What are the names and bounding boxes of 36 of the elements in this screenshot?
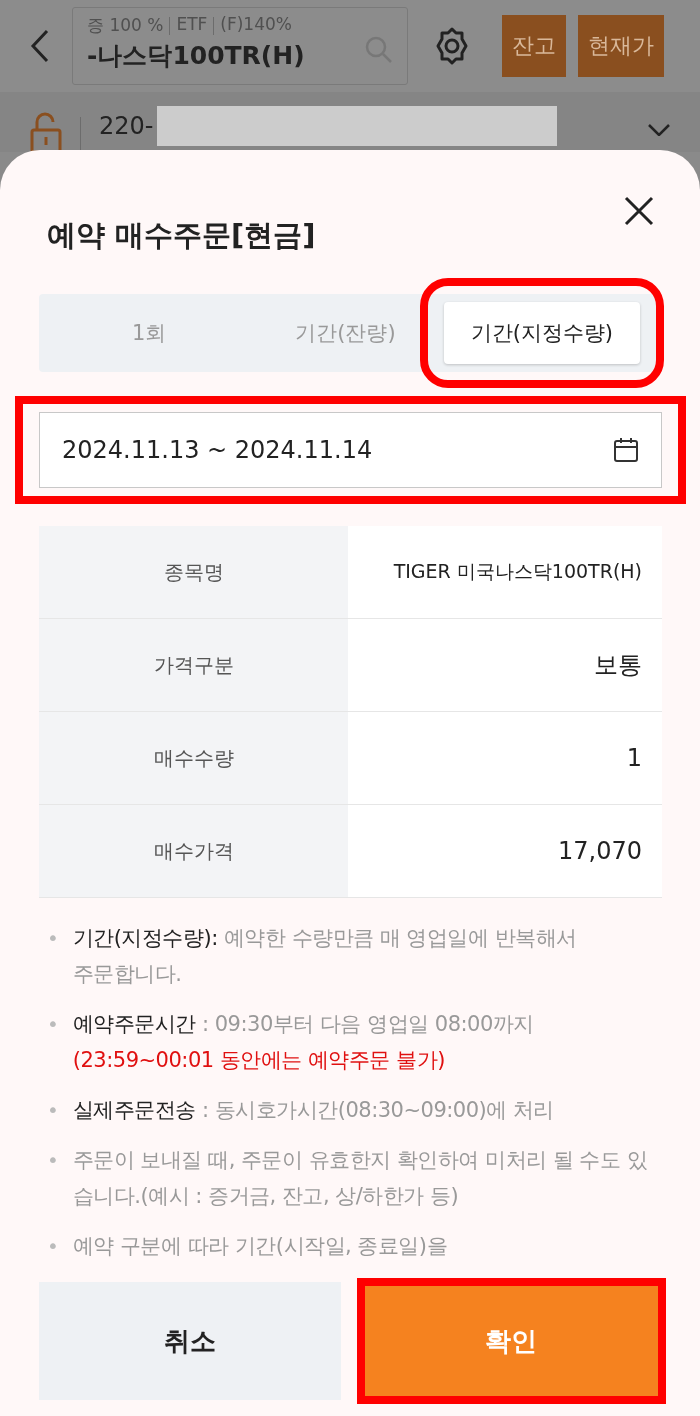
- table-value-cell: TIGER 미국나스닥100TR(H): [348, 526, 662, 619]
- bullet-mark: •: [47, 1233, 59, 1260]
- sheet-title: 예약 매수주문[현금]: [47, 217, 317, 254]
- table-label-cell: 가격구분: [39, 619, 348, 712]
- table-value-cell: 17,070: [348, 805, 662, 898]
- info-note: 실제주문전송 : 동시호가시간(08:30~09:00)에 처리: [72, 1097, 554, 1124]
- header-button[interactable]: 잔고: [502, 15, 566, 77]
- cancel-button[interactable]: 취소: [39, 1282, 341, 1400]
- info-note: 예약 구분에 따라 기간(시작일, 종료일)을: [72, 1233, 448, 1260]
- calendar-icon[interactable]: [613, 437, 639, 463]
- close-icon[interactable]: [624, 196, 654, 226]
- chevron-down-icon[interactable]: [648, 124, 670, 136]
- bullet-mark: •: [47, 1011, 59, 1038]
- bullet-mark: •: [47, 925, 59, 952]
- info-note: 기간(지정수량): 예약한 수량만큼 매 영업일에 반복해서 주문합니다.: [72, 925, 578, 988]
- date-range-field[interactable]: 2024.11.13 ~ 2024.11.14: [39, 412, 662, 488]
- search-field[interactable]: 증 100 % ETF (F)140% -나스닥100TR(H): [72, 7, 408, 85]
- table-label-cell: 매수수량: [39, 712, 348, 805]
- margin-info: 증 100 %: [87, 14, 164, 37]
- table-value-cell: 보통: [348, 619, 662, 712]
- stock-name: -나스닥100TR(H): [87, 40, 306, 72]
- order-type-tab[interactable]: 1회: [51, 302, 248, 364]
- bullet-mark: •: [47, 1097, 59, 1124]
- table-value-cell: 1: [348, 712, 662, 805]
- margin-info: ETF: [176, 14, 208, 36]
- info-note: 예약주문시간 : 09:30부터 다음 영업일 08:00까지 (23:59~00:01 동안에는 예약주문 불가): [72, 1011, 534, 1074]
- back-icon[interactable]: [30, 29, 50, 63]
- margin-info: (F)140%: [220, 14, 292, 36]
- table-label-cell: 매수가격: [39, 805, 348, 898]
- table-label-cell: 종목명: [39, 526, 348, 619]
- order-type-tab[interactable]: 기간(잔량): [247, 302, 444, 364]
- account-number[interactable]: 220-: [99, 112, 154, 140]
- order-type-tab[interactable]: 기간(지정수량): [443, 302, 640, 364]
- info-note: 주문이 보내질 때, 주문이 유효한지 확인하여 미처리 될 수도 있습니다.(예시 : 증거금, 잔고, 상/하한가 등): [72, 1147, 649, 1210]
- bullet-mark: •: [47, 1147, 59, 1174]
- header-button[interactable]: 현재가: [578, 15, 664, 77]
